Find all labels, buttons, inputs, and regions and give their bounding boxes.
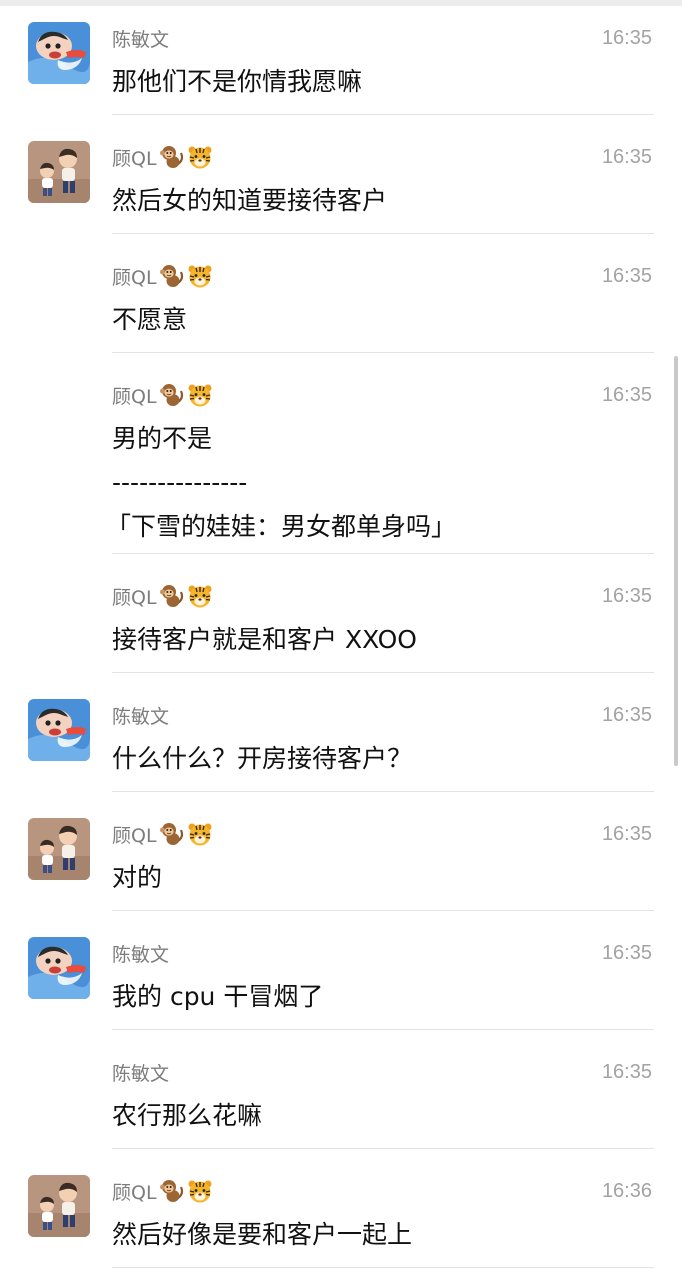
quoted-message: 「下雪的娃娃：男女都单身吗」 <box>106 512 457 541</box>
message-text-line: 男的不是 <box>112 424 213 453</box>
chat-message[interactable]: 顾QL 16:35 然后女的知道要接待客户 <box>0 133 682 233</box>
sender-name-line: 陈敏文 <box>112 699 169 731</box>
message-time: 16:35 <box>601 585 652 607</box>
message-divider <box>112 1267 654 1268</box>
monkey-icon <box>159 583 185 609</box>
chat-message[interactable]: 顾QL 16:36 然后好像是要和客户一起上 <box>0 1167 682 1267</box>
chat-message[interactable]: 陈敏文 16:35 那他们不是你情我愿嘛 <box>0 14 682 114</box>
message-text-line: 什么什么？开房接待客户？ <box>112 744 413 773</box>
sender-name-line: 陈敏文 <box>112 1056 169 1088</box>
sender-name-line: 顾QL <box>112 141 213 173</box>
sender-name[interactable]: 顾QL <box>112 1178 157 1205</box>
sender-name[interactable]: 陈敏文 <box>112 25 169 52</box>
sender-name[interactable]: 顾QL <box>112 263 157 290</box>
message-text-line: 不愿意 <box>112 305 188 334</box>
sender-name-line: 陈敏文 <box>112 22 169 54</box>
message-time: 16:35 <box>601 1061 652 1083</box>
monkey-icon <box>159 821 185 847</box>
message-text[interactable]: 什么什么？开房接待客户？ <box>112 741 412 777</box>
tiger-icon <box>187 144 213 170</box>
two-kids-avatar[interactable] <box>28 1175 90 1237</box>
monkey-icon <box>159 263 185 289</box>
message-divider <box>112 1029 654 1030</box>
tiger-icon <box>187 1178 213 1204</box>
tiger-icon <box>187 821 213 847</box>
message-text-line: 接待客户就是和客户 XXOO <box>112 625 417 654</box>
message-text-line: 农行那么花嘛 <box>112 1101 263 1130</box>
chat-message[interactable]: 陈敏文 16:35 农行那么花嘛 <box>0 1048 682 1148</box>
sender-name[interactable]: 顾QL <box>112 821 157 848</box>
cartoon-avatar[interactable] <box>28 22 90 84</box>
message-time: 16:35 <box>601 265 652 287</box>
message-divider <box>112 910 654 911</box>
message-divider <box>112 114 654 115</box>
chat-message[interactable]: 顾QL 16:35 男的不是 --------------- 「下雪的娃娃：男女都单身… <box>0 371 682 553</box>
message-text[interactable]: 农行那么花嘛 <box>112 1098 262 1134</box>
message-divider <box>112 352 654 353</box>
monkey-icon <box>159 144 185 170</box>
message-text[interactable]: 然后好像是要和客户一起上 <box>112 1217 412 1253</box>
sender-name[interactable]: 顾QL <box>112 583 157 610</box>
message-text-line: 然后好像是要和客户一起上 <box>112 1220 413 1249</box>
message-divider <box>112 1148 654 1149</box>
sender-name-line: 顾QL <box>112 379 213 411</box>
sender-name-line: 顾QL <box>112 1175 213 1207</box>
message-text[interactable]: 我的 cpu 干冒烟了 <box>112 979 323 1015</box>
tiger-icon <box>187 382 213 408</box>
chat-message[interactable]: 顾QL 16:35 对的 <box>0 810 682 910</box>
monkey-icon <box>159 382 185 408</box>
message-time: 16:36 <box>601 1180 652 1202</box>
message-text-line: 我的 cpu 干冒烟了 <box>112 982 324 1011</box>
message-time: 16:35 <box>601 146 652 168</box>
message-text[interactable]: 然后女的知道要接待客户 <box>112 183 387 219</box>
sender-name[interactable]: 陈敏文 <box>112 1059 169 1086</box>
sender-name[interactable]: 陈敏文 <box>112 940 169 967</box>
tiger-icon <box>187 263 213 289</box>
monkey-icon <box>159 1178 185 1204</box>
two-kids-avatar[interactable] <box>28 141 90 203</box>
two-kids-avatar[interactable] <box>28 818 90 880</box>
message-time: 16:35 <box>601 942 652 964</box>
scrollbar[interactable] <box>674 356 678 766</box>
sender-name-line: 顾QL <box>112 580 213 612</box>
top-strip <box>0 0 682 6</box>
chat-message[interactable]: 陈敏文 16:35 我的 cpu 干冒烟了 <box>0 929 682 1029</box>
message-text-line: 对的 <box>112 863 163 892</box>
message-text[interactable]: 那他们不是你情我愿嘛 <box>112 64 362 100</box>
message-text[interactable]: 接待客户就是和客户 XXOO <box>112 622 417 658</box>
chat-message[interactable]: 陈敏文 16:35 什么什么？开房接待客户？ <box>0 691 682 791</box>
quote-separator: --------------- <box>112 468 248 497</box>
message-time: 16:35 <box>601 27 652 49</box>
message-text[interactable]: 不愿意 <box>112 302 187 338</box>
chat-message[interactable]: 顾QL 16:35 不愿意 <box>0 252 682 352</box>
sender-name[interactable]: 顾QL <box>112 144 157 171</box>
sender-name[interactable]: 顾QL <box>112 382 157 409</box>
message-time: 16:35 <box>601 384 652 406</box>
message-text[interactable]: 男的不是 --------------- 「下雪的娃娃：男女都单身吗」 <box>106 421 456 545</box>
message-divider <box>112 233 654 234</box>
message-divider <box>112 672 654 673</box>
chat-message[interactable]: 顾QL 16:35 接待客户就是和客户 XXOO <box>0 572 682 672</box>
cartoon-avatar[interactable] <box>28 699 90 761</box>
message-text-line: 那他们不是你情我愿嘛 <box>112 67 363 96</box>
message-time: 16:35 <box>601 823 652 845</box>
tiger-icon <box>187 583 213 609</box>
sender-name-line: 顾QL <box>112 818 213 850</box>
message-divider <box>112 553 654 554</box>
sender-name-line: 顾QL <box>112 260 213 292</box>
message-time: 16:35 <box>601 704 652 726</box>
message-divider <box>112 791 654 792</box>
sender-name-line: 陈敏文 <box>112 937 169 969</box>
sender-name[interactable]: 陈敏文 <box>112 702 169 729</box>
message-text[interactable]: 对的 <box>112 860 162 896</box>
message-text-line: 然后女的知道要接待客户 <box>112 186 388 215</box>
cartoon-avatar[interactable] <box>28 937 90 999</box>
